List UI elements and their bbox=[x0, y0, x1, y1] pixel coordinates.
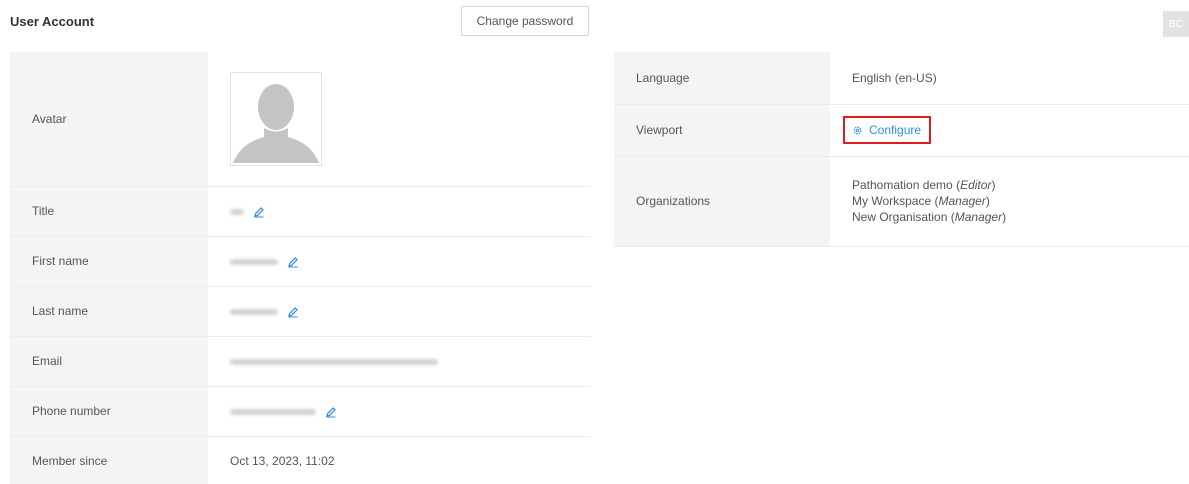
member-since-row: Member since Oct 13, 2023, 11:02 bbox=[10, 436, 591, 484]
avatar-cell bbox=[208, 52, 591, 187]
email-label: Email bbox=[10, 336, 208, 387]
user-avatar-badge[interactable]: BC bbox=[1163, 11, 1189, 37]
first-name-row: First name bbox=[10, 236, 591, 287]
organization-item: My Workspace (Manager) bbox=[852, 194, 990, 208]
avatar-label: Avatar bbox=[10, 52, 208, 187]
viewport-value: Configure bbox=[830, 104, 1189, 157]
language-label: Language bbox=[614, 52, 830, 105]
avatar-row: Avatar bbox=[10, 52, 591, 187]
title-row: Title bbox=[10, 186, 591, 237]
pencil-icon[interactable] bbox=[253, 206, 265, 218]
account-details-table: Avatar Title First name Last name Email … bbox=[10, 52, 591, 484]
phone-label: Phone number bbox=[10, 386, 208, 437]
last-name-redacted-value bbox=[230, 308, 278, 315]
member-since-label: Member since bbox=[10, 436, 208, 484]
title-redacted-value bbox=[230, 208, 244, 215]
page-title: User Account bbox=[10, 14, 95, 29]
account-settings-table: Language English (en-US) Viewport Config… bbox=[614, 52, 1189, 247]
avatar-image[interactable] bbox=[230, 71, 322, 166]
organizations-label: Organizations bbox=[614, 156, 830, 247]
organization-role: Manager bbox=[938, 194, 986, 208]
last-name-row: Last name bbox=[10, 286, 591, 337]
organization-item: New Organisation (Manager) bbox=[852, 210, 1007, 224]
first-name-redacted-value bbox=[230, 258, 278, 265]
email-value bbox=[208, 336, 591, 387]
organizations-row: Organizations Pathomation demo (Editor) … bbox=[614, 156, 1189, 247]
phone-redacted-value bbox=[230, 408, 316, 415]
organization-role: Editor bbox=[960, 178, 992, 192]
organization-name: Pathomation demo bbox=[852, 178, 953, 192]
pencil-icon[interactable] bbox=[325, 406, 337, 418]
member-since-value: Oct 13, 2023, 11:02 bbox=[208, 436, 591, 484]
organization-name: New Organisation bbox=[852, 210, 948, 224]
phone-row: Phone number bbox=[10, 386, 591, 437]
viewport-label: Viewport bbox=[614, 104, 830, 157]
email-redacted-value bbox=[230, 358, 438, 365]
configure-label: Configure bbox=[869, 123, 922, 137]
viewport-row: Viewport Configure bbox=[614, 104, 1189, 157]
organizations-value: Pathomation demo (Editor) My Workspace (… bbox=[830, 156, 1189, 247]
organization-name: My Workspace bbox=[852, 194, 932, 208]
pencil-icon[interactable] bbox=[287, 306, 299, 318]
title-value bbox=[208, 186, 591, 237]
last-name-label: Last name bbox=[10, 286, 208, 337]
phone-value bbox=[208, 386, 591, 437]
email-row: Email bbox=[10, 336, 591, 387]
first-name-label: First name bbox=[10, 236, 208, 287]
language-row: Language English (en-US) bbox=[614, 52, 1189, 105]
first-name-value bbox=[208, 236, 591, 287]
title-label: Title bbox=[10, 186, 208, 237]
pencil-icon[interactable] bbox=[287, 256, 299, 268]
configure-viewport-link[interactable]: Configure bbox=[843, 116, 932, 144]
organization-role: Manager bbox=[954, 210, 1003, 224]
organization-item: Pathomation demo (Editor) bbox=[852, 178, 996, 192]
language-value: English (en-US) bbox=[830, 52, 1189, 105]
last-name-value bbox=[208, 286, 591, 337]
user-account-page: User Account Change password BC Avatar T… bbox=[0, 0, 1189, 484]
change-password-button[interactable]: Change password bbox=[461, 6, 589, 36]
gear-icon bbox=[853, 126, 862, 134]
person-silhouette-icon bbox=[233, 83, 319, 163]
